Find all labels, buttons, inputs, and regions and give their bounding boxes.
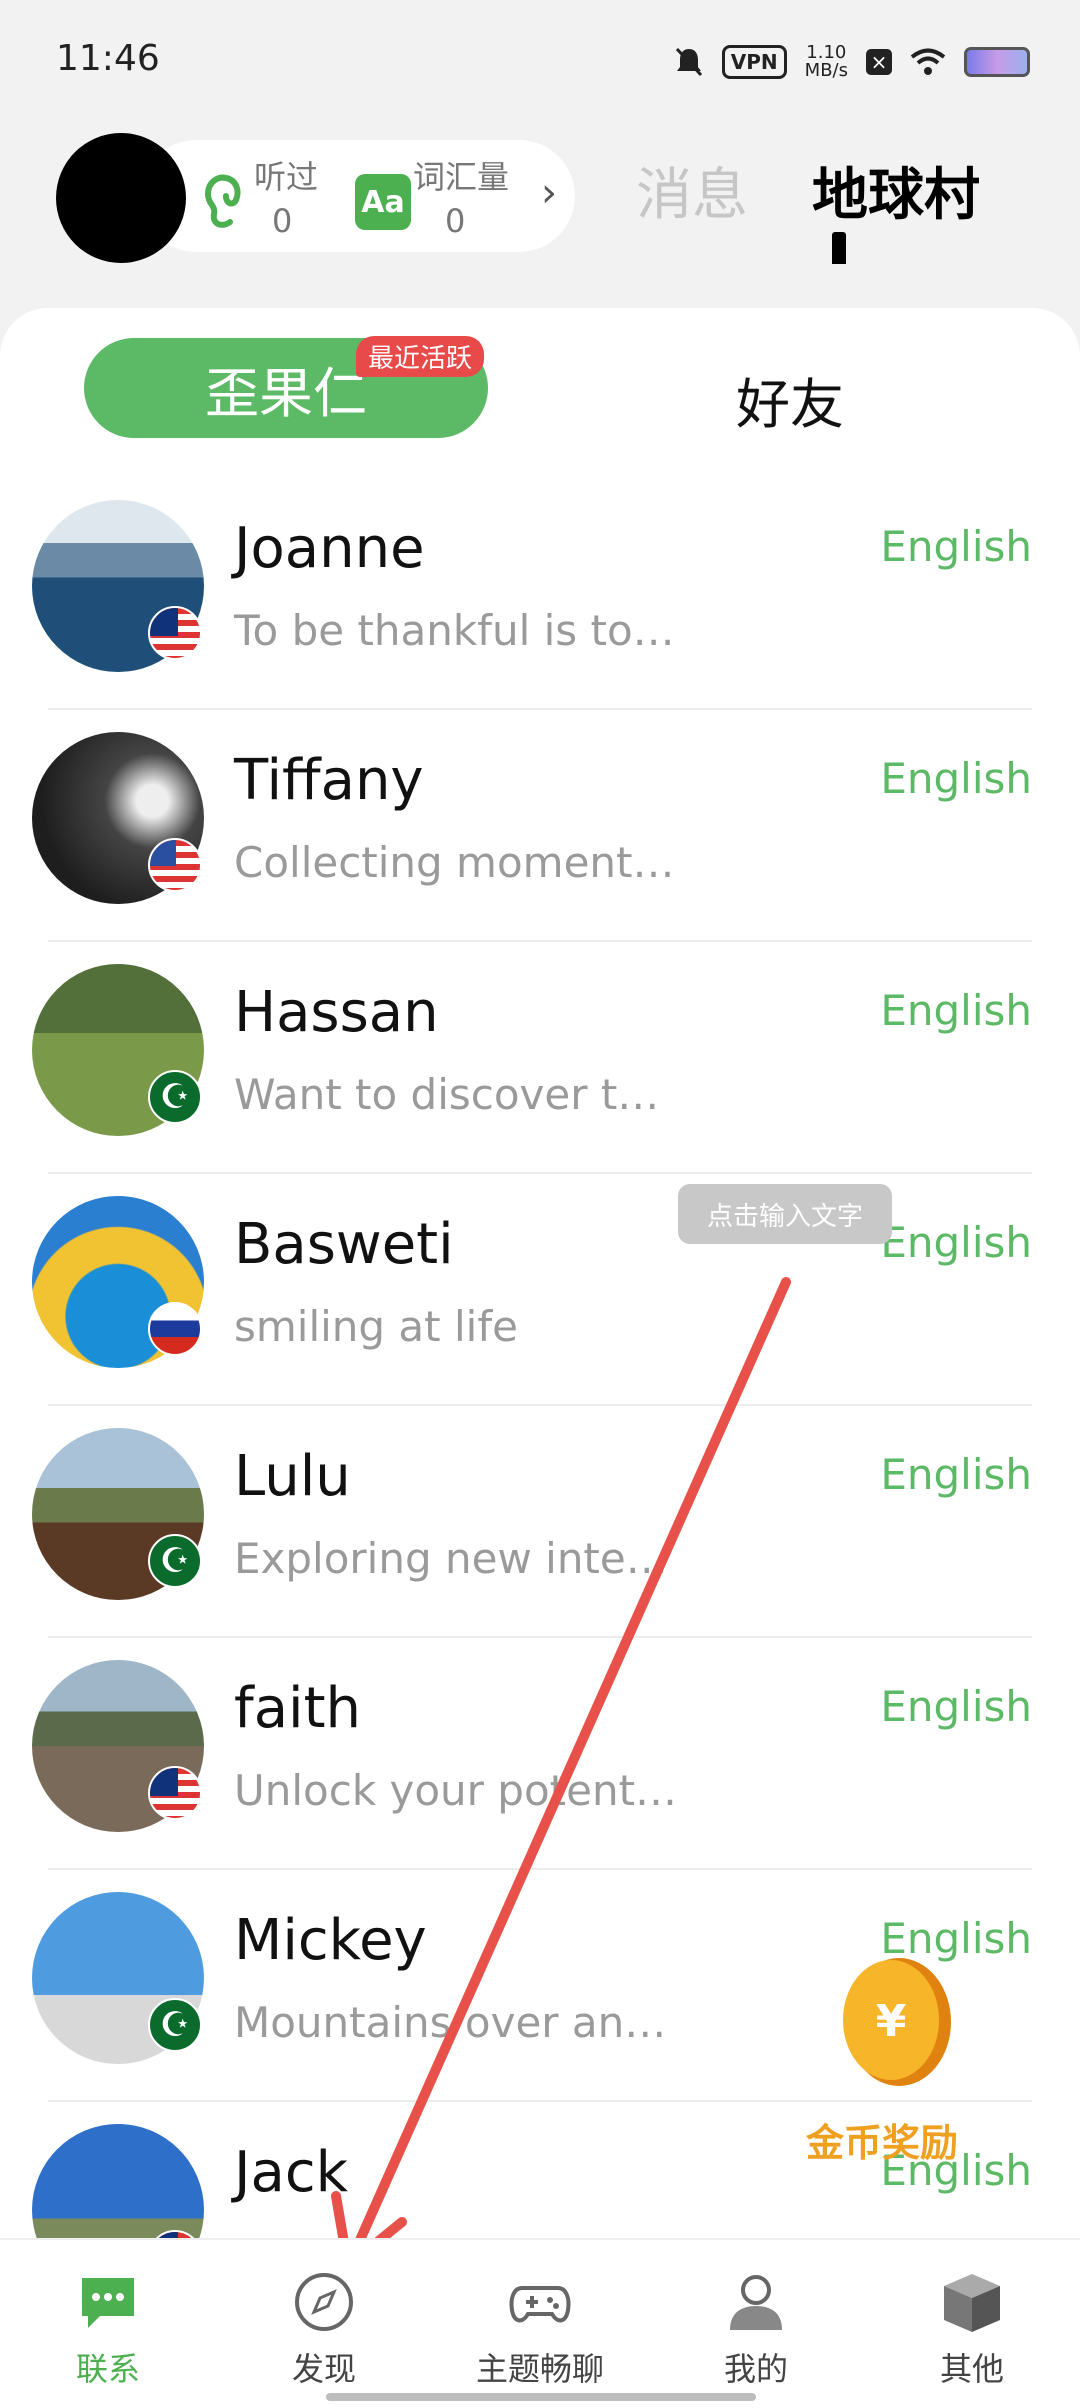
- user-bio: Exploring new inte…: [234, 1534, 668, 1583]
- gamepad-icon: [508, 2270, 572, 2334]
- coin-reward-label[interactable]: 金币奖励: [806, 2112, 958, 2167]
- flag-icon: ☪: [148, 1998, 202, 2052]
- user-row[interactable]: Tiffany Collecting moment… English: [0, 710, 1080, 942]
- nav-contacts[interactable]: 联系: [18, 2270, 198, 2390]
- user-name: Tiffany: [234, 748, 424, 813]
- user-bio: Mountains over an…: [234, 1998, 667, 2047]
- person-icon: [724, 2270, 788, 2334]
- tab-global-village[interactable]: 地球村: [812, 150, 980, 231]
- tab-messages[interactable]: 消息: [636, 150, 748, 231]
- user-bio: Unlock your potent…: [234, 1766, 678, 1815]
- flag-icon: ☪: [148, 1534, 202, 1588]
- wifi-icon: [910, 48, 946, 75]
- tab-indicator: [832, 232, 846, 264]
- speed-unit: MB/s: [804, 60, 848, 81]
- user-language: English: [880, 754, 1032, 803]
- user-language: English: [880, 1450, 1032, 1499]
- box-icon: [940, 2270, 1004, 2334]
- status-time: 11:46: [56, 38, 160, 79]
- user-row[interactable]: ☪ Lulu Exploring new inte… English: [0, 1406, 1080, 1638]
- stat-value: 0: [272, 202, 293, 240]
- battery-icon: [964, 47, 1030, 77]
- nav-topic-chat[interactable]: 主题畅聊: [450, 2270, 630, 2390]
- user-name: Basweti: [234, 1212, 454, 1277]
- nav-label: 联系: [75, 2350, 140, 2388]
- nav-discover[interactable]: 发现: [234, 2270, 414, 2390]
- user-language: English: [880, 1682, 1032, 1731]
- stat-label: 听过: [254, 158, 319, 196]
- stat-value: 0: [445, 202, 466, 240]
- stat-label: 词汇量: [413, 158, 510, 196]
- user-row[interactable]: ☪ Hassan Want to discover t… English: [0, 942, 1080, 1174]
- user-name: Lulu: [234, 1444, 351, 1509]
- user-name: Jack: [234, 2140, 349, 2205]
- user-row[interactable]: faith Unlock your potent… English: [0, 1638, 1080, 1870]
- user-name: Mickey: [234, 1908, 427, 1973]
- segment-label: 歪果仁: [205, 361, 367, 425]
- ear-icon: [204, 174, 241, 228]
- nav-me[interactable]: 我的: [666, 2270, 846, 2390]
- user-bio: To be thankful is to…: [234, 606, 675, 655]
- recently-active-badge: 最近活跃: [356, 336, 485, 377]
- close-notice-icon: ×: [866, 49, 892, 75]
- content-card: 歪果仁 最近活跃 好友 Joanne To be thankful is to……: [0, 308, 1080, 2238]
- compass-icon: [292, 2270, 356, 2334]
- bell-off-icon: [675, 47, 702, 77]
- user-bio: smiling at life: [234, 1302, 518, 1351]
- user-name: faith: [234, 1676, 362, 1741]
- user-row[interactable]: Basweti smiling at life English: [0, 1174, 1080, 1406]
- flag-icon: [148, 606, 202, 660]
- chevron-right-icon: ›: [541, 170, 557, 216]
- nav-label: 发现: [291, 2350, 356, 2388]
- bottom-nav: 联系 发现 主题畅聊 我的 其他: [0, 2238, 1080, 2408]
- user-language: English: [880, 522, 1032, 571]
- user-name: Hassan: [234, 980, 439, 1045]
- aa-icon: Aa: [355, 174, 411, 230]
- nav-label: 我的: [723, 2350, 788, 2388]
- flag-icon: [148, 838, 202, 892]
- flag-icon: [148, 1302, 202, 1356]
- flag-icon: [148, 1766, 202, 1820]
- home-indicator[interactable]: [326, 2393, 756, 2401]
- user-language: English: [880, 986, 1032, 1035]
- input-text-tooltip[interactable]: 点击输入文字: [678, 1184, 892, 1244]
- nav-label: 其他: [939, 2350, 1004, 2388]
- nav-other[interactable]: 其他: [882, 2270, 1062, 2390]
- user-language: English: [880, 1218, 1032, 1267]
- user-bio: Want to discover t…: [234, 1070, 660, 1119]
- my-avatar[interactable]: [56, 133, 186, 263]
- chat-icon: [76, 2270, 140, 2334]
- segment-friends[interactable]: 好友: [736, 360, 844, 439]
- nav-label: 主题畅聊: [475, 2350, 604, 2388]
- user-row[interactable]: Joanne To be thankful is to… English: [0, 478, 1080, 710]
- user-name: Joanne: [234, 516, 425, 581]
- user-avatar[interactable]: [32, 2124, 204, 2238]
- status-bar: 11:46 VPN 1.10 MB/s ×: [0, 0, 1080, 120]
- network-speed: 1.10 MB/s: [805, 44, 848, 80]
- svg-text:¥: ¥: [876, 1996, 907, 2047]
- status-icons: VPN 1.10 MB/s ×: [674, 40, 1030, 84]
- learning-stats-pill[interactable]: 听过 0 Aa 词汇量 0 ›: [140, 140, 575, 252]
- flag-icon: ☪: [148, 1070, 202, 1124]
- vpn-badge: VPN: [721, 45, 787, 79]
- user-bio: Collecting moment…: [234, 838, 675, 887]
- coin-reward-icon[interactable]: ¥: [835, 1950, 955, 2090]
